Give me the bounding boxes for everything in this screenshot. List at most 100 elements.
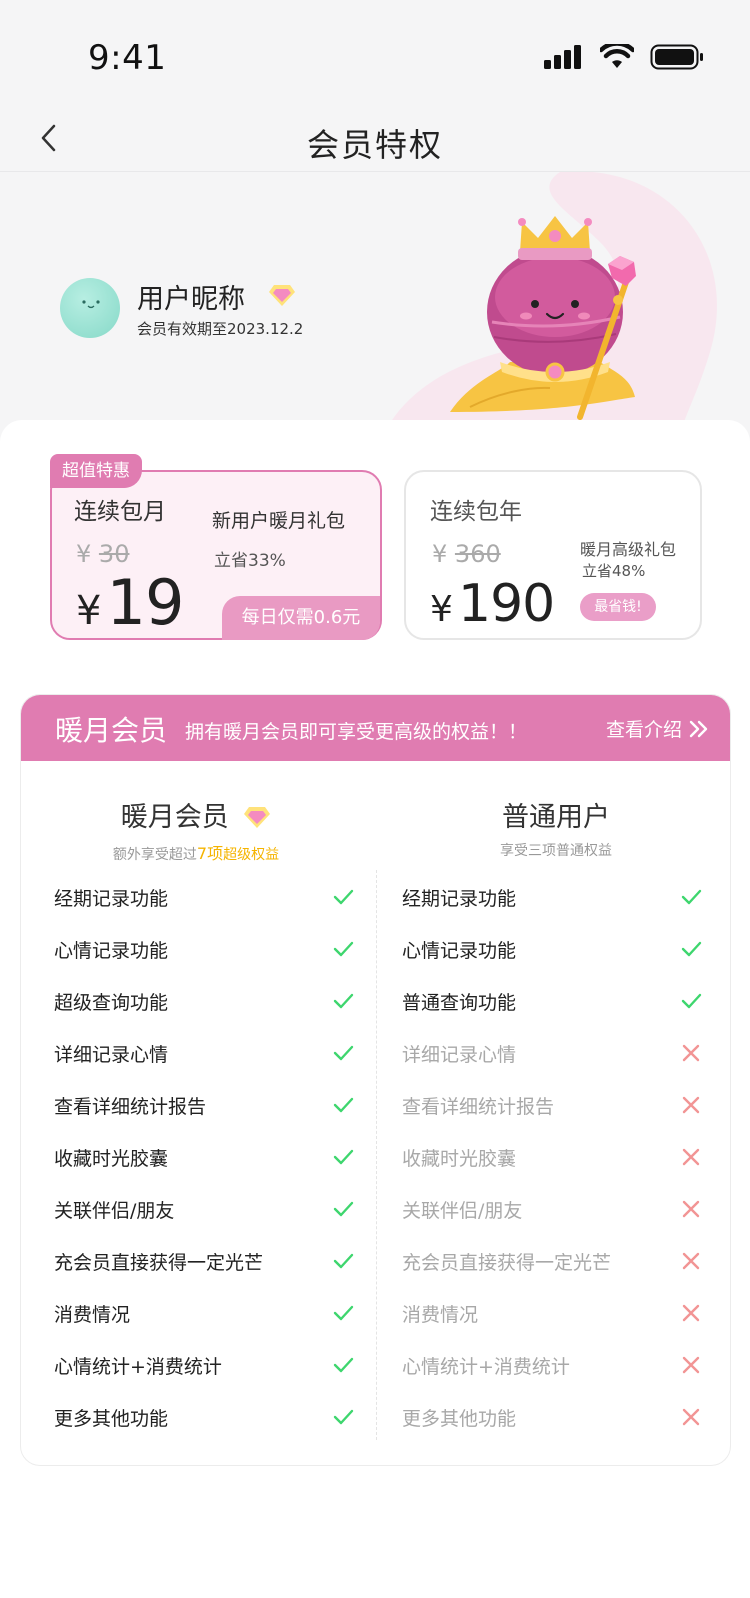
feature-row: 收藏时光胶囊 [402, 1131, 702, 1183]
check-icon [333, 941, 354, 957]
feature-label: 更多其他功能 [402, 1407, 517, 1430]
feature-row: 心情统计+消费统计 [54, 1339, 354, 1391]
feature-label: 更多其他功能 [54, 1407, 169, 1430]
feature-label: 收藏时光胶囊 [402, 1147, 517, 1170]
check-icon [333, 1253, 354, 1269]
feature-label: 心情统计+消费统计 [402, 1355, 570, 1378]
yen-symbol: ¥ [432, 540, 448, 568]
feature-row: 详细记录心情 [402, 1027, 702, 1079]
feature-label: 查看详细统计报告 [54, 1095, 207, 1118]
vip-sub-suffix: 超级权益 [223, 847, 280, 863]
diamond-icon [269, 285, 295, 306]
vip-sub-prefix: 额外享受超过 [112, 847, 197, 863]
old-price-value: 30 [98, 540, 130, 568]
feature-row: 关联伴侣/朋友 [402, 1183, 702, 1235]
avatar[interactable] [60, 278, 120, 338]
feature-row: 经期记录功能 [402, 871, 702, 923]
cross-icon [682, 1096, 700, 1114]
yen-symbol: ¥ [76, 588, 102, 634]
feature-row: 收藏时光胶囊 [54, 1131, 354, 1183]
check-icon [333, 1045, 354, 1061]
feature-label: 充会员直接获得一定光芒 [402, 1251, 612, 1274]
feature-label: 查看详细统计报告 [402, 1095, 555, 1118]
battery-icon [650, 44, 703, 70]
feature-row: 充会员直接获得一定光芒 [402, 1235, 702, 1287]
column-divider [376, 870, 377, 1440]
normal-feature-list: 经期记录功能心情记录功能 普通查询功能详细记录心情查看详细统计报告 收藏时光胶囊关联… [402, 871, 702, 1443]
nav-bar: 会员特权 [0, 110, 750, 172]
feature-label: 详细记录心情 [402, 1043, 517, 1066]
feature-label: 经期记录功能 [54, 887, 169, 910]
feature-row: 消费情况 [402, 1287, 702, 1339]
normal-column-title: 普通用户 [502, 802, 610, 833]
plan-save-monthly: 立省33% [214, 551, 286, 571]
check-icon [333, 1305, 354, 1321]
cross-icon [682, 1148, 700, 1166]
feature-label: 消费情况 [402, 1303, 479, 1326]
normal-column-head: 普通用户 享受三项普通权益 [381, 795, 730, 860]
yen-symbol: ¥ [76, 540, 92, 568]
plan-name-monthly: 连续包月 [74, 499, 166, 525]
feature-label: 收藏时光胶囊 [54, 1147, 169, 1170]
check-icon [681, 941, 702, 957]
feature-row: 心情统计+消费统计 [402, 1339, 702, 1391]
status-icons [544, 44, 704, 70]
check-icon [333, 1357, 354, 1373]
feature-row: 详细记录心情 [54, 1027, 354, 1079]
view-intro-label: 查看介绍 [605, 719, 682, 741]
avatar-face [82, 300, 100, 309]
feature-row: 心情记录功能 [54, 923, 354, 975]
vip-column-head: 暖月会员 额外享受超过7项超级权益 [21, 795, 371, 864]
signal-icon [544, 45, 581, 69]
plan-tag: 超值特惠 [50, 454, 142, 488]
feature-label: 关联伴侣/朋友 [54, 1199, 175, 1222]
cross-icon [682, 1252, 700, 1270]
feature-label: 经期记录功能 [402, 887, 517, 910]
compare-header: 暖月会员 拥有暖月会员即可享受更高级的权益！！ 查看介绍 [21, 695, 730, 761]
daily-price-badge: 每日仅需0.6元 [222, 596, 380, 640]
member-expire-date: 会员有效期至2023.12.2 [137, 320, 304, 338]
feature-label: 消费情况 [54, 1303, 131, 1326]
plan-price-monthly: ¥ 19 [76, 566, 185, 639]
feature-row: 更多其他功能 [402, 1391, 702, 1443]
compare-desc: 拥有暖月会员即可享受更高级的权益！！ [185, 721, 528, 743]
wifi-icon [600, 44, 634, 68]
yen-symbol: ¥ [430, 589, 453, 630]
plan-gift-monthly: 新用户暖月礼包 [212, 510, 346, 532]
feature-label: 超级查询功能 [54, 991, 169, 1014]
check-icon [333, 1149, 354, 1165]
price-value: 19 [106, 566, 185, 639]
page-title: 会员特权 [306, 126, 443, 164]
vip-column-title: 暖月会员 [21, 795, 371, 834]
check-icon [333, 1409, 354, 1425]
vip-sub-highlight: 7项 [196, 844, 224, 863]
user-nickname: 用户昵称 [137, 284, 245, 315]
price-value: 190 [458, 574, 555, 634]
view-intro-link[interactable]: 查看介绍 [606, 715, 710, 742]
compare-title: 暖月会员 [55, 714, 168, 747]
feature-label: 详细记录心情 [54, 1043, 169, 1066]
vip-column-sub: 额外享受超过7项超级权益 [21, 840, 371, 864]
plan-gift-yearly: 暖月高级礼包 [580, 540, 677, 559]
check-icon [681, 993, 702, 1009]
double-chevron-right-icon [689, 720, 708, 737]
vip-title-text: 暖月会员 [120, 802, 229, 833]
feature-row: 查看详细统计报告 [54, 1079, 354, 1131]
cross-icon [682, 1200, 700, 1218]
feature-row: 消费情况 [54, 1287, 354, 1339]
feature-row: 充会员直接获得一定光芒 [54, 1235, 354, 1287]
feature-row: 普通查询功能 [402, 975, 702, 1027]
old-price-value: 360 [454, 540, 501, 568]
plan-old-price-yearly: ¥ 360 [432, 540, 501, 568]
check-icon [333, 1097, 354, 1113]
cross-icon [682, 1408, 700, 1426]
normal-column-sub: 享受三项普通权益 [500, 843, 612, 859]
cross-icon [682, 1044, 700, 1062]
feature-row: 更多其他功能 [54, 1391, 354, 1443]
plan-save-yearly: 立省48% [582, 562, 646, 580]
status-bar: 9:41 [0, 0, 750, 110]
feature-row: 心情记录功能 [402, 923, 702, 975]
cross-icon [682, 1304, 700, 1322]
check-icon [333, 889, 354, 905]
check-icon [681, 889, 702, 905]
